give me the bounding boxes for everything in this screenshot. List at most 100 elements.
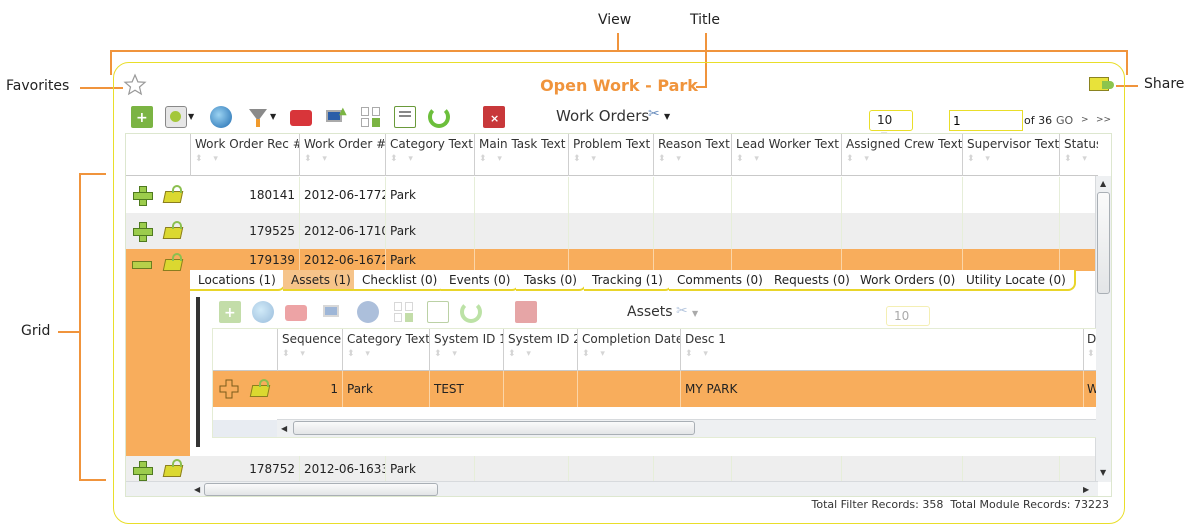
column-header[interactable]: Status⬍ ▾	[1059, 134, 1098, 176]
table-row[interactable]: 178752 2012-06-16336 Park	[126, 456, 1098, 482]
expand-plus-icon[interactable]	[219, 379, 239, 399]
scroll-right-arrow[interactable]: ▶	[1083, 485, 1089, 494]
horizontal-scrollbar[interactable]: ◀ ▶	[190, 481, 1098, 496]
open-record-folder-icon[interactable]	[162, 221, 184, 239]
open-record-folder-icon[interactable]	[162, 185, 184, 203]
expand-plus-icon[interactable]	[132, 185, 153, 206]
refresh-icon[interactable]	[460, 301, 482, 323]
new-record-icon[interactable]: +	[131, 106, 153, 128]
cell-empty	[731, 249, 841, 271]
column-header[interactable]: Category Text ⬍ ▾	[342, 329, 429, 371]
tab-checklist[interactable]: Checklist (0)	[354, 270, 448, 291]
tab-assets[interactable]: Assets (1)	[283, 270, 361, 291]
cell-rec: 179525	[249, 224, 295, 238]
filter-dropdown-icon[interactable]: ▼	[270, 112, 276, 121]
column-header[interactable]: Work Order Rec # ⬍ ▾	[190, 134, 299, 176]
vertical-scrollbar[interactable]: ▲ ▼	[1095, 176, 1111, 482]
last-page-button[interactable]: >>	[1096, 115, 1111, 125]
vertical-scroll-thumb[interactable]	[1097, 192, 1110, 294]
open-record-folder-icon[interactable]	[249, 379, 271, 397]
tab-work-orders[interactable]: Work Orders (0)	[852, 270, 966, 291]
open-record-folder-icon[interactable]	[162, 459, 184, 477]
search-globe-icon[interactable]	[252, 301, 274, 323]
go-button[interactable]: GO	[1056, 114, 1073, 127]
export-monitor-icon[interactable]	[322, 301, 344, 323]
tools-dropdown-icon[interactable]: ▼	[692, 309, 698, 318]
copy-pages-icon[interactable]	[393, 301, 415, 323]
refresh-icon[interactable]	[428, 106, 450, 128]
cell-empty	[1059, 249, 1098, 271]
column-header[interactable]: Work Order # ⬍ ▾	[299, 134, 385, 176]
search-globe-icon[interactable]	[210, 106, 232, 128]
attach-document-icon[interactable]	[427, 301, 449, 323]
horizontal-scroll-thumb[interactable]	[204, 483, 438, 496]
new-record-icon[interactable]: +	[219, 301, 241, 323]
tab-locations[interactable]: Locations (1)	[190, 270, 286, 291]
export-web-icon[interactable]	[357, 301, 379, 323]
cell-category: Park	[385, 177, 474, 213]
column-header[interactable]: Reason Text ⬍ ▾	[653, 134, 731, 176]
assets-page-size-select[interactable]: 10 ▼	[886, 306, 930, 336]
tab-requests[interactable]: Requests (0)	[766, 270, 860, 291]
table-row[interactable]: 180141 2012-06-17725 Park	[126, 177, 1098, 213]
assets-horizontal-scrollbar[interactable]: ◀	[277, 419, 1096, 437]
tab-events[interactable]: Events (0)	[441, 270, 521, 291]
tools-dropdown-icon[interactable]: ▼	[664, 112, 670, 121]
share-button[interactable]	[1089, 77, 1115, 93]
cell-desc-2: W	[1083, 371, 1096, 407]
toolbox-icon[interactable]	[285, 305, 307, 321]
table-row[interactable]: 179525 2012-06-17109 Park	[126, 213, 1098, 249]
column-header[interactable]: De⬍	[1083, 329, 1096, 371]
tab-comments[interactable]: Comments (0)	[669, 270, 773, 291]
cell-empty	[731, 213, 841, 249]
tools-icon[interactable]: ✂	[676, 303, 688, 319]
column-header[interactable]: Problem Text ⬍ ▾	[568, 134, 653, 176]
horizontal-scroll-thumb[interactable]	[293, 421, 695, 435]
expand-plus-icon[interactable]	[132, 460, 153, 481]
assets-table-row[interactable]: 1 Park TEST MY PARK W	[213, 371, 1096, 407]
assets-module-label: Assets	[627, 304, 673, 320]
grid-pointer	[58, 331, 80, 333]
cell-empty	[653, 456, 731, 482]
column-header[interactable]: Lead Worker Text ⬍ ▾	[731, 134, 841, 176]
open-record-folder-icon[interactable]	[162, 253, 184, 271]
copy-pages-icon[interactable]	[360, 106, 382, 128]
tab-tracking[interactable]: Tracking (1)	[584, 270, 673, 291]
page-size-value: 10	[877, 113, 893, 127]
column-header[interactable]: System ID 2 ⬍ ▾	[503, 329, 577, 371]
scroll-left-arrow[interactable]: ◀	[281, 424, 287, 433]
column-header[interactable]: Assigned Crew Text ⬍ ▾	[841, 134, 962, 176]
report-icon[interactable]	[165, 106, 187, 128]
filter-funnel-icon[interactable]	[247, 106, 269, 128]
view-bracket-right	[1126, 50, 1128, 75]
column-header[interactable]: Sequence ⬍ ▾	[277, 329, 342, 371]
column-header[interactable]: Main Task Text ⬍ ▾	[474, 134, 568, 176]
cell-empty	[731, 177, 841, 213]
column-header[interactable]: Category Text ⬍ ▾	[385, 134, 474, 176]
cell-empty	[962, 177, 1059, 213]
next-page-button[interactable]: >	[1081, 115, 1089, 125]
report-dropdown-icon[interactable]: ▼	[188, 112, 194, 121]
page-number-input[interactable]	[949, 110, 1023, 131]
cell-rec: 180141	[249, 188, 295, 202]
column-header[interactable]: System ID 1 ⬍ ▾	[429, 329, 503, 371]
tab-tasks[interactable]: Tasks (0)	[516, 270, 587, 291]
delete-document-icon[interactable]: ×	[483, 106, 505, 128]
scroll-down-arrow[interactable]: ▼	[1100, 468, 1106, 477]
attach-document-icon[interactable]	[394, 106, 416, 128]
scroll-left-arrow[interactable]: ◀	[194, 485, 200, 494]
tab-utility-locate[interactable]: Utility Locate (0)	[958, 270, 1076, 291]
column-header[interactable]: Supervisor Text ⬍ ▾	[962, 134, 1059, 176]
toolbox-icon[interactable]	[290, 110, 312, 126]
expand-plus-icon[interactable]	[132, 221, 153, 242]
collapse-minus-icon[interactable]	[132, 261, 152, 269]
grid-bracket	[79, 173, 81, 481]
column-header[interactable]: Desc 1 ⬍ ▾	[680, 329, 1083, 371]
delete-document-icon[interactable]	[515, 301, 537, 323]
tools-icon[interactable]: ✂	[648, 106, 660, 122]
cell-completion-date	[577, 371, 680, 407]
scroll-up-arrow[interactable]: ▲	[1100, 179, 1106, 188]
export-monitor-icon[interactable]: ▲	[325, 106, 347, 128]
column-header[interactable]: Completion Date ⬍ ▾	[577, 329, 680, 371]
page-size-select[interactable]: 10 ▼	[869, 110, 913, 140]
